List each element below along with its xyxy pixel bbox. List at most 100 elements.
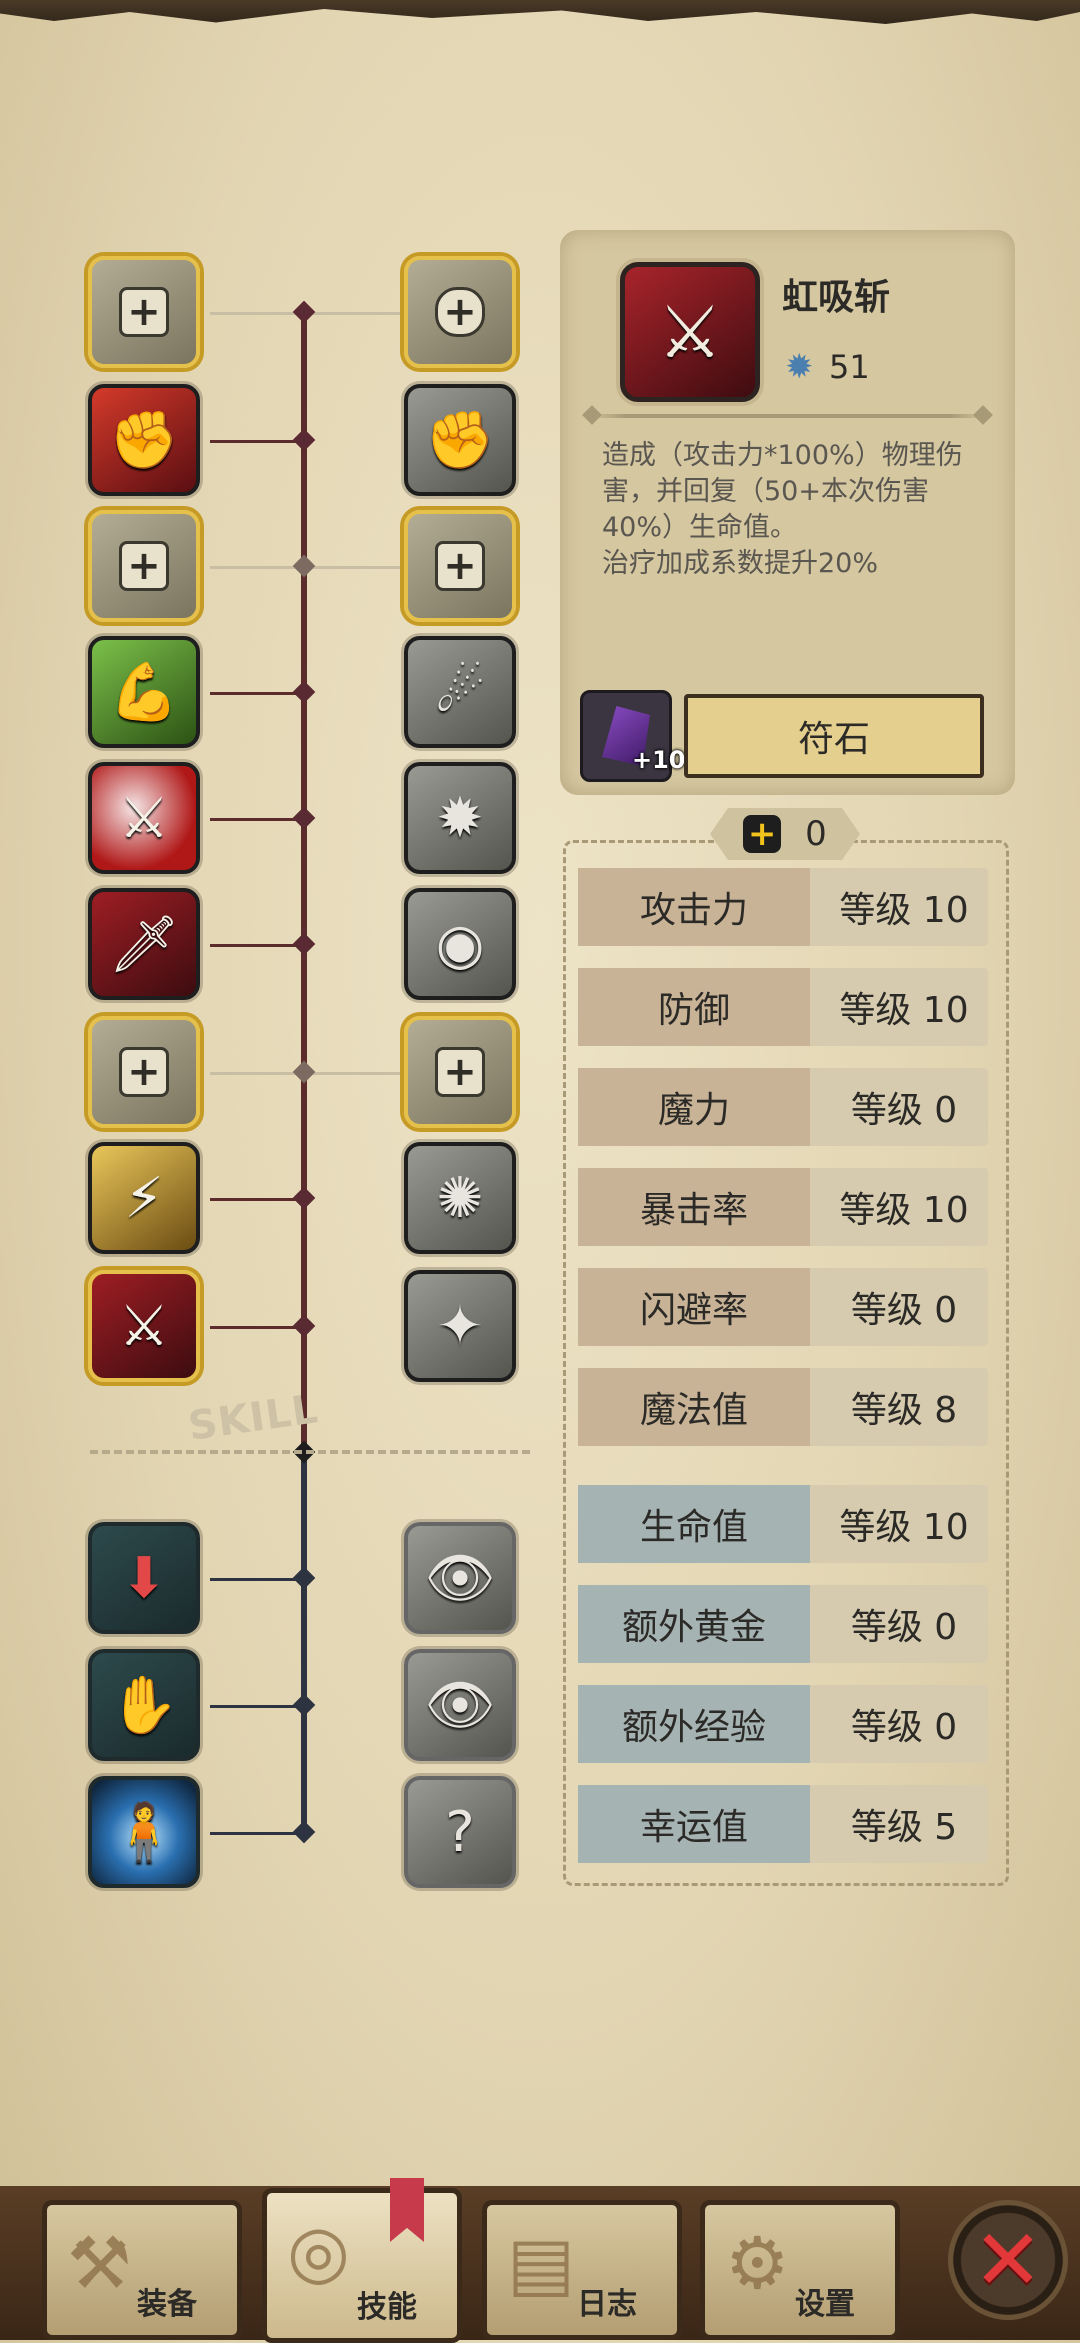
stat-row-mana[interactable]: 魔法值 等级 8: [578, 1368, 988, 1446]
skill-strength[interactable]: 💪: [88, 636, 200, 748]
skill-gray-6[interactable]: ✦: [404, 1270, 516, 1382]
plus-icon: +: [119, 541, 169, 591]
stat-level: 等级 10: [839, 1507, 969, 1548]
eye-chest-icon: 👁: [424, 1546, 496, 1611]
stat-level: 等级 0: [850, 1090, 958, 1131]
skill-gray-5[interactable]: ✺: [404, 1142, 516, 1254]
tree-node: [292, 680, 316, 704]
stat-name: 魔法值: [578, 1368, 810, 1446]
tab-settings[interactable]: ⚙ 设置: [700, 2200, 900, 2340]
stat-row-defense[interactable]: 防御 等级 10: [578, 968, 988, 1046]
skill-slot-locked-4[interactable]: +: [404, 256, 516, 368]
section-divider: [90, 1450, 530, 1454]
stat-name: 幸运值: [578, 1785, 810, 1863]
tree-node: [292, 428, 316, 452]
stat-row-hp[interactable]: 生命值 等级 10: [578, 1485, 988, 1563]
stat-row-extra-gold[interactable]: 额外黄金 等级 0: [578, 1585, 988, 1663]
plus-icon: +: [119, 287, 169, 337]
skill-gray-9[interactable]: ?: [404, 1776, 516, 1888]
tree-node: [292, 554, 316, 578]
plus-icon: +: [435, 287, 485, 337]
treasure-hand-icon: ✋: [109, 1673, 179, 1738]
skill-gray-3[interactable]: ✹: [404, 762, 516, 874]
tree-node: [292, 1186, 316, 1210]
stat-name: 攻击力: [578, 868, 810, 946]
skill-slot-locked-2[interactable]: +: [88, 510, 200, 622]
stat-level: 等级 5: [850, 1807, 958, 1848]
skill-gray-2[interactable]: ☄: [404, 636, 516, 748]
stat-row-attack[interactable]: 攻击力 等级 10: [578, 868, 988, 946]
skill-slot-locked-5[interactable]: +: [404, 510, 516, 622]
tab-log[interactable]: ▤ 日志: [482, 2200, 682, 2340]
tree-branch: [210, 1705, 305, 1708]
skill-chest-green[interactable]: ✋: [88, 1649, 200, 1761]
tree-branch: [210, 692, 305, 695]
skill-name: 虹吸斩: [782, 277, 891, 318]
skill-gray-8[interactable]: 👁: [404, 1649, 516, 1761]
stat-name: 额外经验: [578, 1685, 810, 1763]
selected-skill-icon: ⚔: [620, 262, 760, 402]
stat-level: 等级 10: [839, 890, 969, 931]
skill-gray-4[interactable]: ◉: [404, 888, 516, 1000]
skill-level-value: 51: [829, 348, 870, 386]
vortex-icon: ✺: [436, 1165, 484, 1231]
tab-skills[interactable]: ◎ 技能: [262, 2188, 462, 2343]
tree-node: [292, 1693, 316, 1717]
tree-node: [292, 1566, 316, 1590]
tree-branch: [210, 818, 305, 821]
skill-gray-7[interactable]: 👁: [404, 1522, 516, 1634]
plus-icon: +: [743, 814, 782, 854]
stat-row-magic[interactable]: 魔力 等级 0: [578, 1068, 988, 1146]
stat-name: 魔力: [578, 1068, 810, 1146]
stat-level: 等级 0: [850, 1707, 958, 1748]
tree-node: [292, 1314, 316, 1338]
description-line: 治疗加成系数提升20%: [602, 548, 879, 579]
skill-crit[interactable]: ⚔: [88, 762, 200, 874]
skill-chest-red[interactable]: ⬇: [88, 1522, 200, 1634]
stat-name: 额外黄金: [578, 1585, 810, 1663]
tree-trunk-blue: [301, 1455, 307, 1835]
tree-node: [292, 932, 316, 956]
tree-branch: [210, 944, 305, 947]
skill-slot-locked-3[interactable]: +: [88, 1016, 200, 1128]
tree-node: [292, 1060, 316, 1084]
rune-count: +10: [632, 746, 686, 774]
skill-lightning[interactable]: ⚡: [88, 1142, 200, 1254]
sparkle-person-icon: ✦: [436, 1293, 484, 1359]
person-aura-icon: 🧍: [109, 1800, 179, 1865]
skill-gray-1[interactable]: ✊: [404, 384, 516, 496]
target-icon: ◎: [287, 2209, 350, 2293]
charge-icon: ☄: [434, 659, 486, 725]
flexed-arm-icon: 💪: [109, 660, 179, 725]
stat-row-crit[interactable]: 暴击率 等级 10: [578, 1168, 988, 1246]
axe-icon: ⚒: [67, 2221, 132, 2305]
stat-name: 暴击率: [578, 1168, 810, 1246]
stat-level: 等级 8: [850, 1390, 958, 1431]
rune-button[interactable]: 符石: [684, 694, 984, 778]
sword-icon: ⚔: [118, 1293, 170, 1359]
stat-name: 闪避率: [578, 1268, 810, 1346]
stat-row-extra-exp[interactable]: 额外经验 等级 0: [578, 1685, 988, 1763]
close-button[interactable]: ✕: [948, 2200, 1068, 2320]
torn-top-edge: [0, 0, 1080, 24]
tree-trunk-red: [301, 310, 307, 1455]
stat-row-dodge[interactable]: 闪避率 等级 0: [578, 1268, 988, 1346]
tab-equipment[interactable]: ⚒ 装备: [42, 2200, 242, 2340]
available-points: + 0: [710, 808, 860, 860]
tree-branch: [210, 1832, 305, 1835]
tree-node: [292, 1820, 316, 1844]
slash-icon: ⚔: [118, 785, 170, 851]
description-line: 害，并回复（50+本次伤害: [602, 476, 929, 507]
treasure-down-icon: ⬇: [120, 1545, 168, 1611]
skill-slot-locked-6[interactable]: +: [404, 1016, 516, 1128]
plus-icon: +: [435, 1047, 485, 1097]
skill-slot-locked-1[interactable]: +: [88, 256, 200, 368]
skill-fire-strike[interactable]: ✊: [88, 384, 200, 496]
eye-chest-icon: 👁: [424, 1673, 496, 1738]
skill-dagger[interactable]: 🗡: [88, 888, 200, 1000]
stat-row-luck[interactable]: 幸运值 等级 5: [578, 1785, 988, 1863]
points-value: 0: [805, 814, 827, 854]
gear-icon: ⚙: [725, 2221, 790, 2305]
skill-luck-aura[interactable]: 🧍: [88, 1776, 200, 1888]
skill-siphon-slash-selected[interactable]: ⚔: [88, 1270, 200, 1382]
